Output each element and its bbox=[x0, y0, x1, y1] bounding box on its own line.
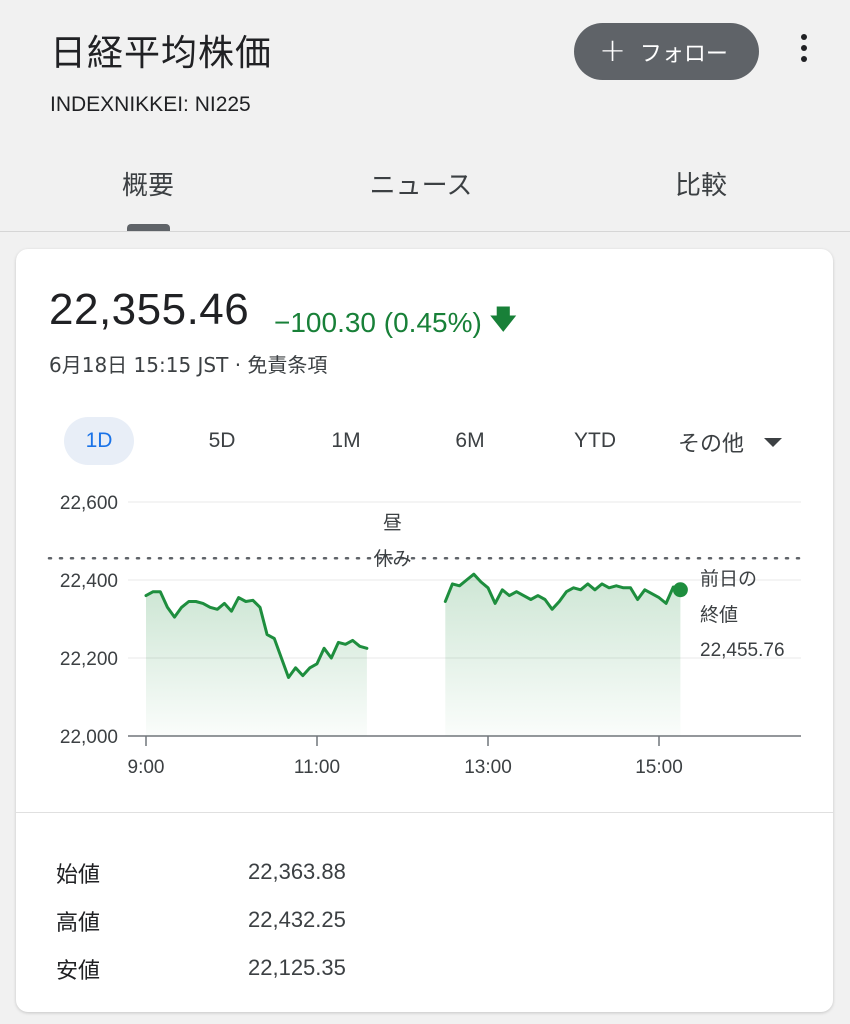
range-1d[interactable]: 1D bbox=[64, 417, 134, 465]
stat-label-open: 始値 bbox=[56, 863, 101, 888]
range-more-dropdown[interactable]: その他 bbox=[678, 426, 783, 458]
lunch-break-label: 休み bbox=[373, 548, 411, 570]
x-tick-label: 9:00 bbox=[128, 757, 165, 778]
tab-overview[interactable]: 概要 bbox=[100, 165, 196, 202]
arrow-down-icon: 🡇 bbox=[489, 304, 517, 334]
stat-value-high: 22,432.25 bbox=[248, 907, 346, 932]
lunch-break-label: 昼 bbox=[383, 513, 402, 534]
tab-compare[interactable]: 比較 bbox=[656, 165, 746, 202]
price-change: −100.30 (0.45%) 🡇 bbox=[274, 301, 517, 345]
previous-close-value: 22,455.76 bbox=[700, 640, 785, 661]
stat-value-low: 22,125.35 bbox=[248, 955, 346, 980]
y-tick-label: 22,000 bbox=[60, 727, 118, 748]
range-1m[interactable]: 1M bbox=[316, 417, 376, 465]
section-divider bbox=[16, 812, 833, 813]
x-tick-label: 11:00 bbox=[294, 757, 340, 778]
chevron-down-icon bbox=[764, 437, 783, 447]
y-tick-label: 22,400 bbox=[60, 571, 118, 592]
tab-news[interactable]: ニュース bbox=[356, 165, 486, 202]
range-more-label: その他 bbox=[678, 432, 745, 457]
price-change-value: −100.30 (0.45%) bbox=[274, 307, 482, 338]
previous-close-label: 終値 bbox=[700, 604, 738, 626]
page-title: 日経平均株価 bbox=[50, 33, 273, 74]
follow-button[interactable]: + フォロー bbox=[574, 23, 759, 80]
last-price-marker bbox=[672, 582, 688, 598]
price-area-morning bbox=[146, 591, 367, 736]
stat-label-low: 安値 bbox=[56, 959, 101, 984]
stat-value-open: 22,363.88 bbox=[248, 859, 346, 884]
x-tick-label: 15:00 bbox=[635, 757, 683, 778]
follow-label: フォロー bbox=[639, 41, 728, 67]
range-5d[interactable]: 5D bbox=[192, 417, 252, 465]
x-tick-label: 13:00 bbox=[464, 757, 512, 778]
stat-label-high: 高値 bbox=[56, 911, 101, 936]
range-6m[interactable]: 6M bbox=[440, 417, 500, 465]
quote-card: 22,355.46 −100.30 (0.45%) 🡇 6月18日 15:15 … bbox=[16, 249, 833, 1012]
quote-timestamp: 6月18日 15:15 JST · 免責条項 bbox=[49, 353, 328, 377]
plus-icon: + bbox=[599, 31, 626, 69]
app-header: 日経平均株価 INDEXNIKKEI: NI225 + フォロー 概要 ニュース… bbox=[0, 0, 850, 232]
ticker-symbol: INDEXNIKKEI: NI225 bbox=[50, 93, 251, 116]
y-tick-label: 22,600 bbox=[60, 493, 118, 514]
y-tick-label: 22,200 bbox=[60, 649, 118, 670]
range-ytd[interactable]: YTD bbox=[560, 417, 630, 465]
active-tab-indicator bbox=[127, 224, 170, 231]
previous-close-label: 前日の bbox=[700, 568, 757, 590]
more-options-icon[interactable] bbox=[790, 30, 818, 66]
price-chart[interactable]: 22,600 22,400 22,200 22,000 9:00 11:00 13:00 15… bbox=[16, 479, 833, 799]
current-price: 22,355.46 bbox=[49, 285, 250, 334]
